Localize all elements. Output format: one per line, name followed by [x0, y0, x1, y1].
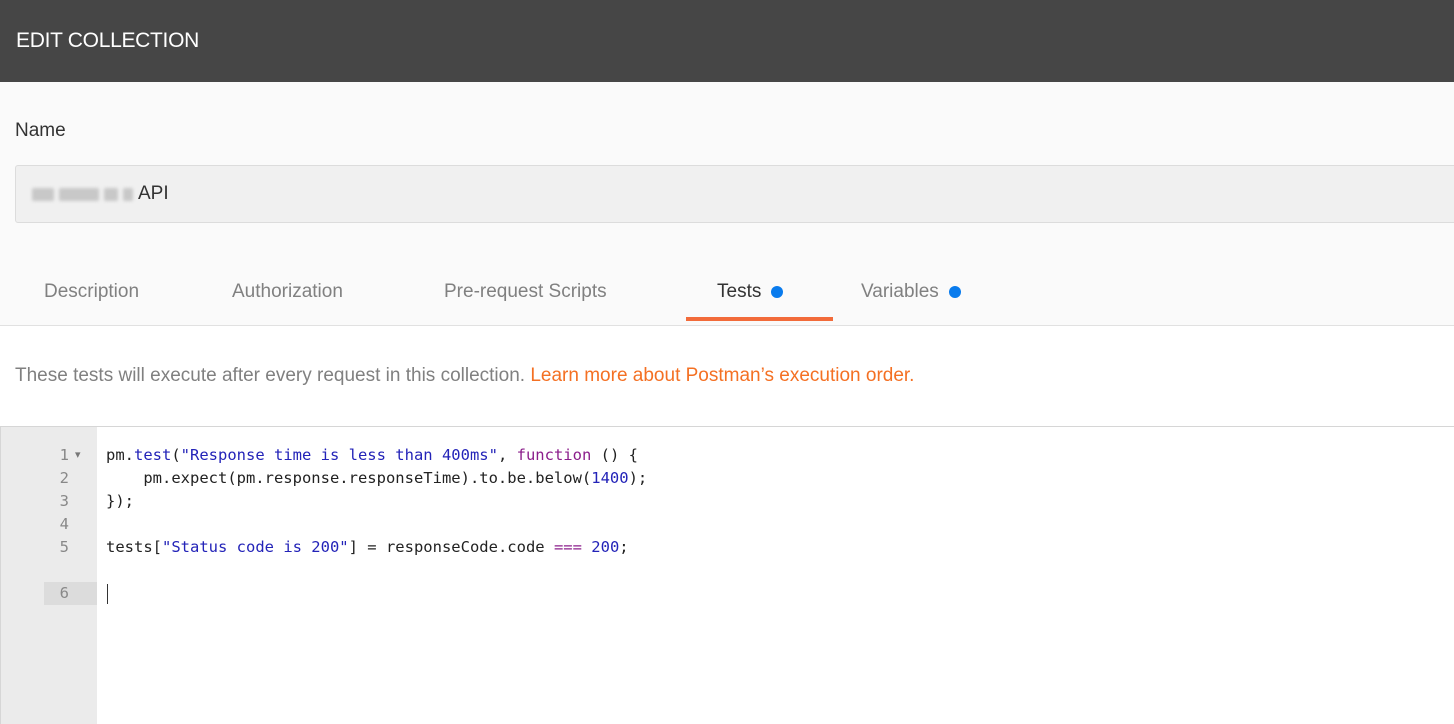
text-cursor [107, 584, 108, 604]
line-number: 4 [59, 515, 69, 533]
modified-dot-icon [771, 286, 784, 298]
tab-label: Authorization [232, 281, 343, 302]
code-token: () { [591, 446, 638, 464]
name-input-value: API [138, 183, 169, 204]
code-keyword: function [516, 446, 592, 464]
code-editor[interactable]: 1 ▾ 2 3 4 5 6 pm.test("Response time is … [0, 426, 1454, 724]
code-line-2: pm.expect(pm.response.responseTime).to.b… [106, 467, 647, 490]
tab-variables[interactable]: Variables [861, 262, 961, 322]
execution-order-link[interactable]: Learn more about Postman’s execution ord… [530, 365, 914, 386]
code-token: ; [619, 538, 629, 556]
code-token: ( [171, 446, 181, 464]
code-token: , [497, 446, 517, 464]
modal-header: EDIT COLLECTION [0, 0, 1454, 82]
name-label: Name [15, 120, 66, 141]
name-input[interactable]: API [15, 165, 1454, 223]
redacted-text [59, 187, 99, 201]
code-token: test [134, 446, 172, 464]
line-number: 3 [59, 492, 69, 510]
modified-dot-icon [948, 286, 961, 298]
redacted-text [32, 187, 54, 201]
tab-authorization[interactable]: Authorization [232, 262, 343, 322]
tab-label: Tests [717, 281, 762, 302]
code-string: "Status code is 200" [162, 538, 349, 556]
code-line-3: }); [106, 492, 134, 510]
collection-form: Name API Description Authorization Pre-r… [0, 82, 1454, 326]
active-tab-indicator [686, 317, 833, 321]
line-number: 2 [59, 469, 69, 487]
line-number: 6 [59, 584, 69, 602]
code-token: ] = responseCode.code [348, 538, 554, 556]
code-token: ); [628, 469, 648, 487]
tab-label: Variables [861, 281, 939, 302]
redacted-text [104, 187, 118, 201]
tab-label: Pre-request Scripts [444, 281, 607, 302]
code-token: pm.expect(pm.response.responseTime).to.b… [106, 469, 592, 487]
redacted-text [123, 187, 133, 201]
code-number: 1400 [591, 469, 629, 487]
tab-pre-request-scripts[interactable]: Pre-request Scripts [444, 262, 607, 322]
tab-tests[interactable]: Tests [717, 262, 784, 322]
line-number: 5 [59, 538, 69, 556]
fold-arrow-icon[interactable]: ▾ [75, 444, 87, 467]
code-line-5: tests["Status code is 200"] = responseCo… [106, 536, 629, 559]
info-text: These tests will execute after every req… [15, 365, 531, 386]
code-line-1: pm.test("Response time is less than 400m… [106, 444, 638, 467]
tests-info-text: These tests will execute after every req… [15, 365, 914, 387]
tab-description[interactable]: Description [44, 262, 139, 322]
tab-label: Description [44, 281, 140, 302]
modal-title: EDIT COLLECTION [16, 29, 199, 52]
line-number: 1 [59, 446, 69, 464]
code-string: "Response time is less than 400ms" [180, 446, 498, 464]
code-token: pm. [106, 446, 134, 464]
code-operator: === [553, 538, 582, 556]
code-number: 200 [591, 538, 620, 556]
code-token: tests[ [106, 538, 162, 556]
